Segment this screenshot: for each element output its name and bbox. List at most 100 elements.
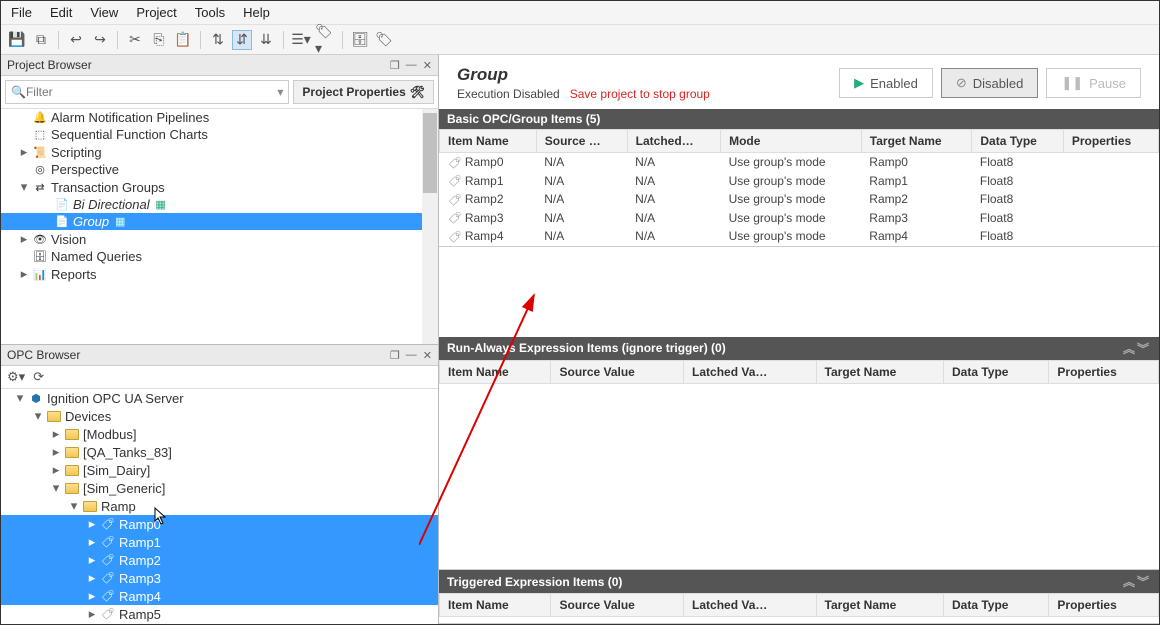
table-row[interactable]: 🏷 Ramp0N/AN/AUse group's modeRamp0Float8 [440,153,1159,172]
opc-toolbar: ⚙▾ ⟳ [1,366,438,389]
db-icon[interactable]: 🗄 [350,30,370,50]
menu-edit[interactable]: Edit [50,5,72,20]
column-header[interactable]: Properties [1049,594,1159,617]
undo-icon[interactable]: ↩ [66,30,86,50]
project-properties-button[interactable]: Project Properties 🛠 [293,80,434,104]
column-header[interactable]: Item Name [440,360,551,383]
save-icon[interactable]: 💾 [7,30,27,50]
run-always-table[interactable]: Item NameSource ValueLatched Va…Target N… [439,360,1159,384]
column-header[interactable]: Properties [1063,130,1158,153]
table-row[interactable]: 🏷 Ramp2N/AN/AUse group's modeRamp2Float8 [440,190,1159,209]
list-icon[interactable]: ☰▾ [291,30,311,50]
column-header[interactable]: Source Value [551,360,684,383]
basic-opc-table[interactable]: Item NameSource …Latched…ModeTarget Name… [439,129,1159,246]
close-icon[interactable]: ✕ [423,349,432,362]
opc-item-label: Ramp1 [119,535,161,550]
paste-icon[interactable]: 📋 [173,30,193,50]
tool-a-icon[interactable]: ⇅ [208,30,228,50]
restore-icon[interactable]: ❐ [390,59,400,72]
opc-settings-icon[interactable]: ⚙▾ [7,369,25,385]
minimize-icon[interactable]: — [406,59,417,72]
tag-icon: 🏷 [448,174,462,188]
opc-tree-item[interactable]: ▸🏷Ramp6 [1,623,438,624]
collapse-icon[interactable]: ︽︾ [1123,573,1151,590]
menu-view[interactable]: View [90,5,118,20]
project-tree[interactable]: 🔔Alarm Notification Pipelines⬚Sequential… [1,109,438,345]
table-row[interactable]: 🏷 Ramp4N/AN/AUse group's modeRamp4Float8 [440,227,1159,246]
column-header[interactable]: Properties [1049,360,1159,383]
project-tree-item[interactable]: ▸📊Reports [1,265,438,283]
filter-input[interactable] [26,85,277,99]
table-row[interactable]: 🏷 Ramp3N/AN/AUse group's modeRamp3Float8 [440,209,1159,228]
project-tree-item[interactable]: ▸📜Scripting [1,143,438,161]
opc-tree-item[interactable]: ▸🏷Ramp4 [1,587,438,605]
menu-file[interactable]: File [11,5,32,20]
column-header[interactable]: Data Type [943,360,1048,383]
column-header[interactable]: Latched Va… [684,360,817,383]
project-tree-item[interactable]: 🗄Named Queries [1,248,438,265]
minimize-icon[interactable]: — [406,349,417,362]
close-icon[interactable]: ✕ [423,59,432,72]
project-tree-item[interactable]: ▸👁Vision [1,230,438,248]
column-header[interactable]: Data Type [972,130,1063,153]
column-header[interactable]: Source Value [551,594,684,617]
tree-item-label: Reports [51,267,97,282]
opc-tree-item[interactable]: ▸[QA_Tanks_83] [1,443,438,461]
tree-item-label: Vision [51,232,86,247]
project-browser-title: Project Browser [7,58,92,72]
menu-tools[interactable]: Tools [195,5,225,20]
project-tree-item[interactable]: ▾⇄Transaction Groups [1,178,438,196]
column-header[interactable]: Target Name [861,130,972,153]
tree-item-label: Group [73,214,109,229]
column-header[interactable]: Target Name [816,594,943,617]
project-tree-item[interactable]: 🔔Alarm Notification Pipelines [1,109,438,126]
project-tree-item[interactable]: ⬚Sequential Function Charts [1,126,438,143]
triggered-table[interactable]: Item NameSource ValueLatched Va…Target N… [439,593,1159,617]
column-header[interactable]: Latched… [627,130,720,153]
folder-icon [65,445,79,459]
project-tree-item[interactable]: 📄Group ▦ [1,213,438,230]
opc-item-label: Ramp3 [119,571,161,586]
project-tree-item[interactable]: 📄Bi Directional ▦ [1,196,438,213]
redo-icon[interactable]: ↪ [90,30,110,50]
tool-b-icon[interactable]: ⇵ [232,30,252,50]
opc-tree-item[interactable]: ▾[Sim_Generic] [1,479,438,497]
tag-add-icon[interactable]: 🏷▾ [315,30,335,50]
opc-tree-item[interactable]: ▸🏷Ramp1 [1,533,438,551]
column-header[interactable]: Item Name [440,130,537,153]
opc-tree-item[interactable]: ▸[Modbus] [1,425,438,443]
refresh-icon[interactable]: ⟳ [33,369,44,385]
tool-c-icon[interactable]: ⇊ [256,30,276,50]
opc-tree-item[interactable]: ▾Devices [1,407,438,425]
copy-icon[interactable]: ⎘ [149,30,169,50]
opc-tree-item[interactable]: ▸🏷Ramp3 [1,569,438,587]
column-header[interactable]: Target Name [816,360,943,383]
project-tree-item[interactable]: ◎Perspective [1,161,438,178]
column-header[interactable]: Data Type [943,594,1048,617]
column-header[interactable]: Item Name [440,594,551,617]
opc-tree-item[interactable]: ▾Ramp [1,497,438,515]
dropdown-icon[interactable]: ▾ [277,85,283,99]
column-header[interactable]: Mode [721,130,862,153]
opc-tree-item[interactable]: ▾⬢Ignition OPC UA Server [1,389,438,407]
opc-tree-item[interactable]: ▸[Sim_Dairy] [1,461,438,479]
disabled-button[interactable]: ⊘Disabled [941,68,1039,98]
enabled-button[interactable]: ▶Enabled [839,68,933,98]
restore-icon[interactable]: ❐ [390,349,400,362]
tag-icon[interactable]: 🏷 [374,30,394,50]
cut-icon[interactable]: ✂ [125,30,145,50]
menu-help[interactable]: Help [243,5,270,20]
opc-tree-item[interactable]: ▸🏷Ramp5 [1,605,438,623]
menu-project[interactable]: Project [136,5,176,20]
save-all-icon[interactable]: ⧉ [31,30,51,50]
opc-tree[interactable]: ▾⬢Ignition OPC UA Server▾Devices▸[Modbus… [1,389,438,624]
collapse-icon[interactable]: ︽︾ [1123,340,1151,357]
column-header[interactable]: Latched Va… [684,594,817,617]
column-header[interactable]: Source … [536,130,627,153]
filter-field[interactable]: 🔍 ▾ [5,80,289,104]
tree-item-label: Bi Directional [73,197,150,212]
opc-tree-item[interactable]: ▸🏷Ramp2 [1,551,438,569]
table-row[interactable]: 🏷 Ramp1N/AN/AUse group's modeRamp1Float8 [440,172,1159,191]
opc-tree-item[interactable]: ▸🏷Ramp0 [1,515,438,533]
tree-item-label: Alarm Notification Pipelines [51,110,209,125]
